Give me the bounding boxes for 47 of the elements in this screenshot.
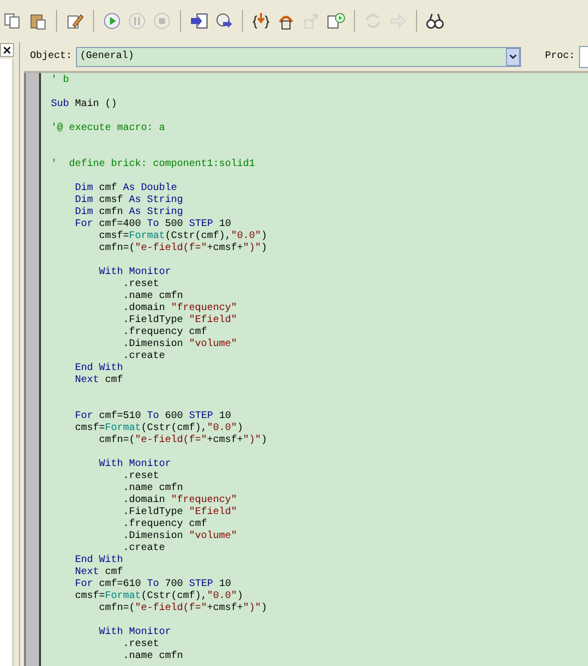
code-line: .Dimension "volume" <box>122 531 238 543</box>
code-line: For cmf=610 To 700 STEP 10 <box>74 579 232 590</box>
code-line: .create <box>122 543 166 555</box>
code-line: Next cmf <box>74 375 124 387</box>
code-line: cmsf=Format(Cstr(cmf),"0.0") <box>98 231 268 242</box>
code-line: With Monitor <box>98 627 172 639</box>
code-line: cmfn=("e-field(f="+cmsf+")") <box>98 243 268 255</box>
code-line: For cmf=400 To 500 STEP 10 <box>74 219 232 230</box>
code-line: .Dimension "volume" <box>122 339 238 351</box>
code-line: .FieldType "Efield" <box>122 315 238 326</box>
code-line: Dim cmsf As String <box>74 195 184 206</box>
proc-label: Proc: <box>544 51 575 62</box>
code-line: .name cmfn <box>122 651 184 663</box>
code-line: Dim cmf As Double <box>74 183 178 194</box>
code-line: ' b <box>51 75 70 87</box>
play-icon[interactable] <box>101 10 123 32</box>
code-line: .reset <box>122 639 160 651</box>
proc-dropdown[interactable] <box>579 46 588 68</box>
code-line: .create <box>122 351 166 363</box>
code-line: Next cmf <box>74 567 124 578</box>
code-line: cmsf=Format(Cstr(cmf),"0.0") <box>74 591 244 602</box>
code-line: End With <box>74 363 124 374</box>
code-line: .domain "frequency" <box>122 495 238 506</box>
code-line: cmfn=("e-field(f="+cmsf+")") <box>98 435 268 447</box>
object-dropdown[interactable]: (General) <box>76 46 521 66</box>
code-line: .reset <box>122 471 160 483</box>
code-line: Sub Main () <box>51 99 118 111</box>
code-line: .FieldType "Efield" <box>122 507 238 518</box>
code-line: .frequency cmf <box>122 327 208 338</box>
code-line: ' define brick: component1:solid1 <box>51 159 256 171</box>
code-line: Dim cmfn As String <box>74 207 184 218</box>
code-line: .domain "frequency" <box>122 303 238 314</box>
code-editor[interactable] <box>41 73 588 666</box>
code-line: .name cmfn <box>122 291 184 302</box>
code-line: cmfn=("e-field(f="+cmsf+")") <box>98 603 268 615</box>
code-line: For cmf=510 To 600 STEP 10 <box>74 411 232 422</box>
code-line: '@ execute macro: a <box>51 123 166 135</box>
code-line: With Monitor <box>98 267 172 279</box>
code-line: cmsf=Format(Cstr(cmf),"0.0") <box>74 423 244 434</box>
code-line: .name cmfn <box>122 483 184 494</box>
code-line: End With <box>74 555 124 566</box>
code-line: With Monitor <box>98 459 172 471</box>
close-button[interactable]: × <box>0 43 14 57</box>
chevron-down-icon[interactable] <box>506 48 520 66</box>
code-line: .frequency cmf <box>122 519 208 530</box>
object-label: Object: <box>30 51 72 62</box>
code-line: .reset <box>122 279 160 291</box>
